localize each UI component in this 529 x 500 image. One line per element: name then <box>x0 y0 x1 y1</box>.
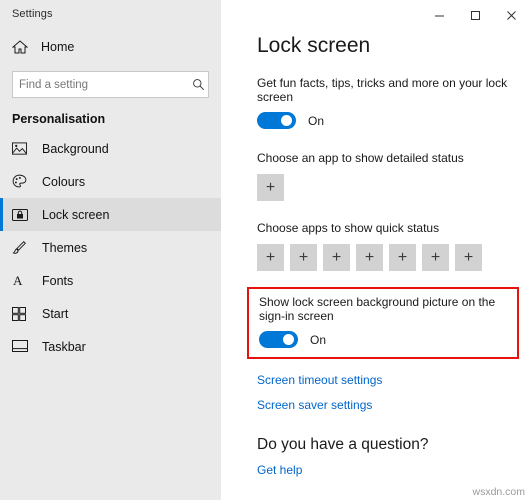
screen-saver-settings-link[interactable]: Screen saver settings <box>257 398 529 412</box>
toggle-knob <box>283 334 294 345</box>
quick-status-tile[interactable]: + <box>356 244 383 271</box>
sidebar-item-taskbar[interactable]: Taskbar <box>0 330 221 363</box>
maximize-button[interactable] <box>457 0 493 30</box>
detailed-status-heading: Choose an app to show detailed status <box>257 151 464 165</box>
picture-icon <box>12 141 30 156</box>
signin-background-description: Show lock screen background picture on t… <box>259 295 496 323</box>
search-icon[interactable] <box>188 78 208 91</box>
toggle-knob <box>281 115 292 126</box>
fun-facts-section: Get fun facts, tips, tricks and more on … <box>237 76 529 129</box>
sidebar-item-fonts[interactable]: A Fonts <box>0 264 221 297</box>
fun-facts-toggle-state: On <box>308 113 325 128</box>
quick-status-tile[interactable]: + <box>290 244 317 271</box>
detailed-status-section: Choose an app to show detailed status + <box>237 151 529 201</box>
close-button[interactable] <box>493 0 529 30</box>
quick-status-tile[interactable]: + <box>257 244 284 271</box>
get-help-link[interactable]: Get help <box>257 463 529 477</box>
quick-status-heading: Choose apps to show quick status <box>257 221 440 235</box>
signin-background-highlight: Show lock screen background picture on t… <box>247 287 519 359</box>
quick-status-tile[interactable]: + <box>323 244 350 271</box>
palette-icon <box>12 174 30 189</box>
window-controls <box>421 0 529 30</box>
screen-timeout-settings-link[interactable]: Screen timeout settings <box>257 373 529 387</box>
sidebar-item-label: Background <box>42 141 109 156</box>
page-title: Lock screen <box>257 34 371 57</box>
brush-icon <box>12 240 30 255</box>
home-icon <box>12 39 28 55</box>
sidebar-item-label: Themes <box>42 240 88 255</box>
quick-status-section: Choose apps to show quick status + + + +… <box>237 221 529 271</box>
search-box[interactable] <box>12 71 209 98</box>
font-icon: A <box>12 273 30 288</box>
fun-facts-description: Get fun facts, tips, tricks and more on … <box>257 76 508 104</box>
settings-window: Settings Home Personalisation Background <box>0 0 529 500</box>
watermark: wsxdn.com <box>472 486 525 498</box>
svg-text:A: A <box>13 273 23 288</box>
add-detailed-status-app-button[interactable]: + <box>257 174 284 201</box>
fun-facts-toggle[interactable] <box>257 112 296 129</box>
sidebar-item-start[interactable]: Start <box>0 297 221 330</box>
signin-background-toggle[interactable] <box>259 331 298 348</box>
sidebar-item-lock-screen[interactable]: Lock screen <box>0 198 221 231</box>
sidebar-item-label: Start <box>42 306 69 321</box>
taskbar-icon <box>12 340 30 353</box>
sidebar-item-colours[interactable]: Colours <box>0 165 221 198</box>
lockscreen-icon <box>12 208 30 222</box>
quick-status-tiles: + + + + + + + <box>257 244 529 271</box>
sidebar-home-label: Home <box>41 40 75 54</box>
sidebar-item-label: Fonts <box>42 273 74 288</box>
main-content: Lock screen Get fun facts, tips, tricks … <box>221 0 529 500</box>
signin-background-toggle-state: On <box>310 332 327 347</box>
search-input[interactable] <box>13 78 188 91</box>
sidebar-item-label: Lock screen <box>42 207 110 222</box>
sidebar-item-background[interactable]: Background <box>0 132 221 165</box>
quick-status-tile[interactable]: + <box>455 244 482 271</box>
sidebar-section-personalisation: Personalisation <box>12 112 106 126</box>
start-icon <box>12 306 30 321</box>
fun-facts-toggle-row[interactable]: On <box>257 112 529 129</box>
sidebar: Settings Home Personalisation Background <box>0 0 221 500</box>
sidebar-item-label: Colours <box>42 174 86 189</box>
quick-status-tile[interactable]: + <box>389 244 416 271</box>
window-title: Settings <box>12 8 53 20</box>
question-heading: Do you have a question? <box>257 436 429 453</box>
sidebar-item-themes[interactable]: Themes <box>0 231 221 264</box>
quick-status-tile[interactable]: + <box>422 244 449 271</box>
sidebar-item-home[interactable]: Home <box>0 32 221 62</box>
signin-background-toggle-row[interactable]: On <box>259 331 517 348</box>
minimize-button[interactable] <box>421 0 457 30</box>
detailed-status-tiles: + <box>257 174 529 201</box>
sidebar-item-label: Taskbar <box>42 339 86 354</box>
